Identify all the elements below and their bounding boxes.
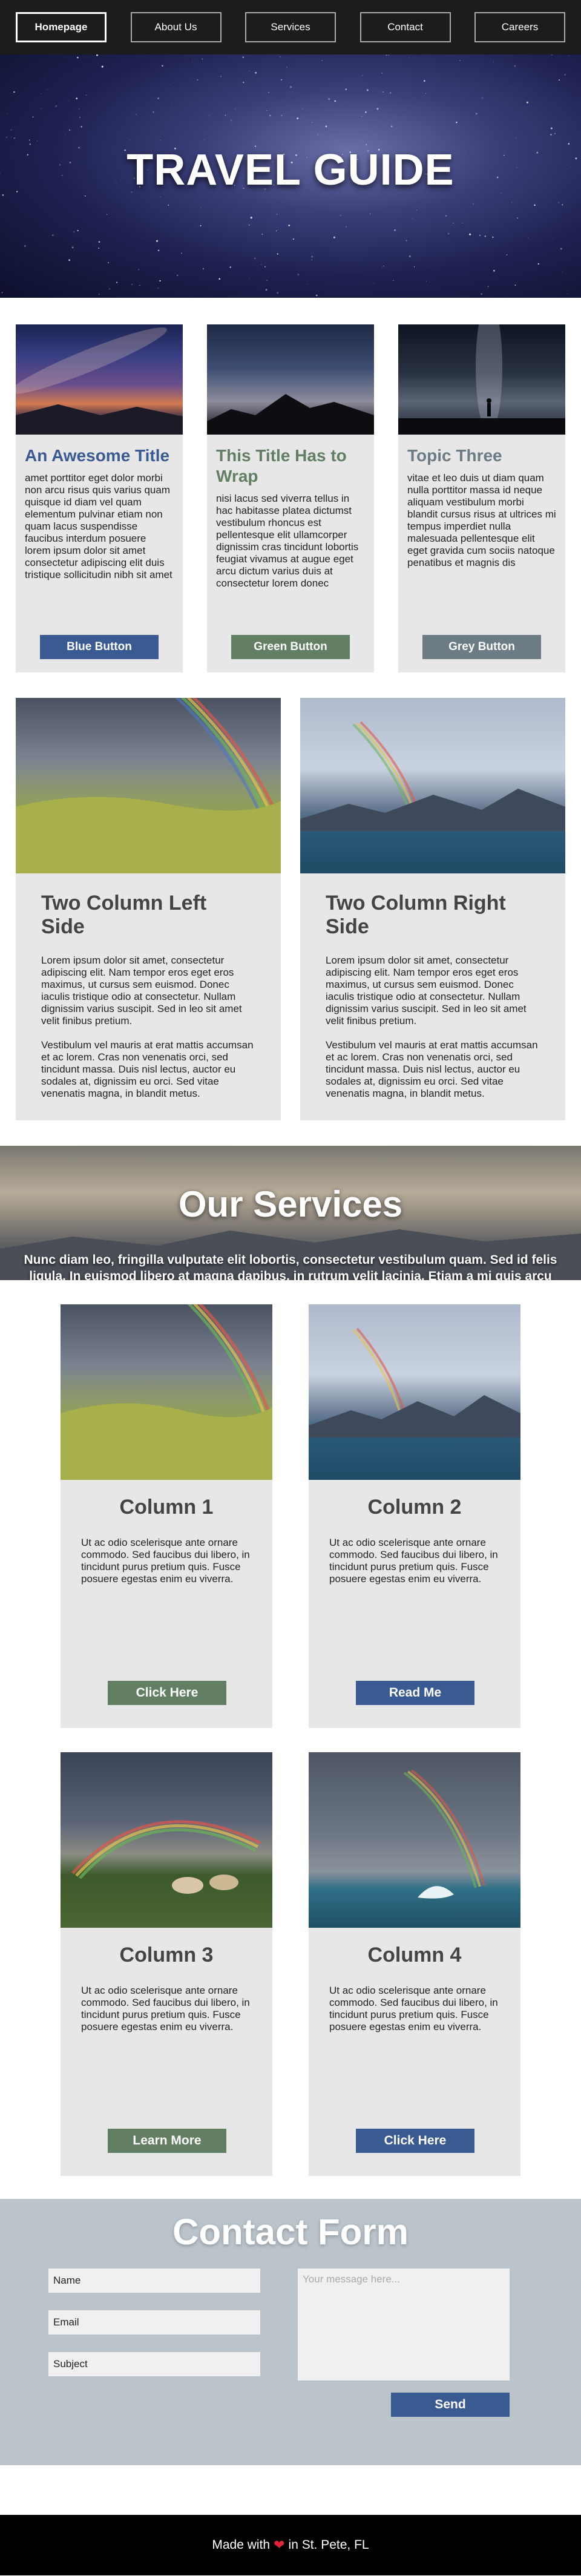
- email-field[interactable]: [48, 2310, 260, 2334]
- click-here-button[interactable]: Click Here: [356, 2129, 474, 2153]
- rainbow-lake-mountains-image: [300, 698, 565, 873]
- name-field[interactable]: [48, 2269, 260, 2293]
- column-right-paragraph-1: Lorem ipsum dolor sit amet, consectetur …: [326, 954, 527, 1027]
- read-me-button[interactable]: Read Me: [356, 1681, 474, 1705]
- feature-card-1: An Awesome Title amet porttitor eget dol…: [16, 324, 183, 672]
- nav-contact[interactable]: Contact: [359, 12, 451, 42]
- contact-form-title: Contact Form: [172, 2212, 409, 2252]
- rainbow-meadow-image: [61, 1304, 272, 1480]
- hero-banner: TRAVEL GUIDE: [0, 54, 581, 298]
- blue-button[interactable]: Blue Button: [40, 635, 159, 659]
- contact-form-section: Contact Form Send: [0, 2199, 581, 2465]
- mountain-night-sky-image: [207, 324, 374, 435]
- rainbow-meadow-image: [16, 698, 281, 873]
- person-under-stars-image: [398, 324, 565, 435]
- column-left-paragraph-1: Lorem ipsum dolor sit amet, consectetur …: [41, 954, 242, 1027]
- column-2: Column 2 Ut ac odio scelerisque ante orn…: [309, 1304, 520, 1728]
- footer: Made with ❤ in St. Pete, FL: [0, 2515, 581, 2575]
- grey-button[interactable]: Grey Button: [422, 635, 541, 659]
- rainbow-cows-field-image: [61, 1752, 272, 1928]
- column-4: Column 4 Ut ac odio scelerisque ante orn…: [309, 1752, 520, 2176]
- column-left-paragraph-2: Vestibulum vel mauris at erat mattis acc…: [41, 1039, 254, 1099]
- feature-card-title: Topic Three: [407, 446, 502, 465]
- click-here-button[interactable]: Click Here: [108, 1681, 226, 1705]
- feature-card-text: vitae et leo duis ut diam quam nulla por…: [407, 472, 556, 568]
- column-title: Column 3: [119, 1944, 214, 1966]
- hero-title: TRAVEL GUIDE: [126, 146, 455, 194]
- column-title: Column 2: [367, 1496, 462, 1519]
- services-text: Nunc diam leo, fringilla vulputate elit …: [24, 1253, 557, 1280]
- column-text: Ut ac odio scelerisque ante ornare commo…: [81, 1985, 250, 2032]
- milky-way-lake-image: [16, 324, 183, 435]
- heart-icon: ❤: [274, 2537, 285, 2552]
- rainbow-lake-mountains-image: [309, 1304, 520, 1480]
- nav-services[interactable]: Services: [245, 12, 336, 42]
- learn-more-button[interactable]: Learn More: [108, 2129, 226, 2153]
- services-title: Our Services: [178, 1184, 403, 1224]
- nav-careers[interactable]: Careers: [474, 12, 565, 42]
- column-title: Column 4: [367, 1944, 462, 1966]
- footer-text-after: in St. Pete, FL: [288, 2538, 369, 2552]
- column-right: Two Column Right Side Lorem ipsum dolor …: [300, 698, 565, 1120]
- footer-text-before: Made with: [212, 2538, 271, 2552]
- feature-card-2: This Title Has to Wrap nisi lacus sed vi…: [207, 324, 374, 672]
- column-text: Ut ac odio scelerisque ante ornare commo…: [81, 1537, 250, 1585]
- feature-cards: An Awesome Title amet porttitor eget dol…: [0, 298, 581, 672]
- subject-field[interactable]: [48, 2352, 260, 2376]
- two-column-section: Two Column Left Side Lorem ipsum dolor s…: [0, 672, 581, 1120]
- send-button[interactable]: Send: [391, 2393, 510, 2417]
- column-right-title: Two Column Right Side: [326, 892, 506, 938]
- four-column-grid: Column 1 Ut ac odio scelerisque ante orn…: [0, 1280, 581, 2176]
- column-left-title: Two Column Left Side: [41, 892, 207, 938]
- message-textarea[interactable]: [298, 2269, 510, 2380]
- feature-card-title: This Title Has to Wrap: [216, 446, 347, 485]
- column-right-paragraph-2: Vestibulum vel mauris at erat mattis acc…: [326, 1039, 538, 1099]
- feature-card-text: amet porttitor eget dolor morbi non arcu…: [25, 472, 172, 580]
- column-text: Ut ac odio scelerisque ante ornare commo…: [329, 1537, 498, 1585]
- feature-card-text: nisi lacus sed viverra tellus in hac hab…: [216, 493, 359, 589]
- nav-about-us[interactable]: About Us: [130, 12, 222, 42]
- nav-homepage[interactable]: Homepage: [16, 12, 107, 42]
- feature-card-3: Topic Three vitae et leo duis ut diam qu…: [398, 324, 565, 672]
- feature-card-title: An Awesome Title: [25, 446, 170, 465]
- services-banner: Our Services Nunc diam leo, fringilla vu…: [0, 1146, 581, 1280]
- green-button[interactable]: Green Button: [231, 635, 350, 659]
- rainbow-ocean-wave-image: [309, 1752, 520, 1928]
- column-title: Column 1: [119, 1496, 214, 1519]
- top-nav: Homepage About Us Services Contact Caree…: [0, 0, 581, 54]
- column-left: Two Column Left Side Lorem ipsum dolor s…: [16, 698, 281, 1120]
- column-3: Column 3 Ut ac odio scelerisque ante orn…: [61, 1752, 272, 2176]
- column-text: Ut ac odio scelerisque ante ornare commo…: [329, 1985, 498, 2032]
- column-1: Column 1 Ut ac odio scelerisque ante orn…: [61, 1304, 272, 1728]
